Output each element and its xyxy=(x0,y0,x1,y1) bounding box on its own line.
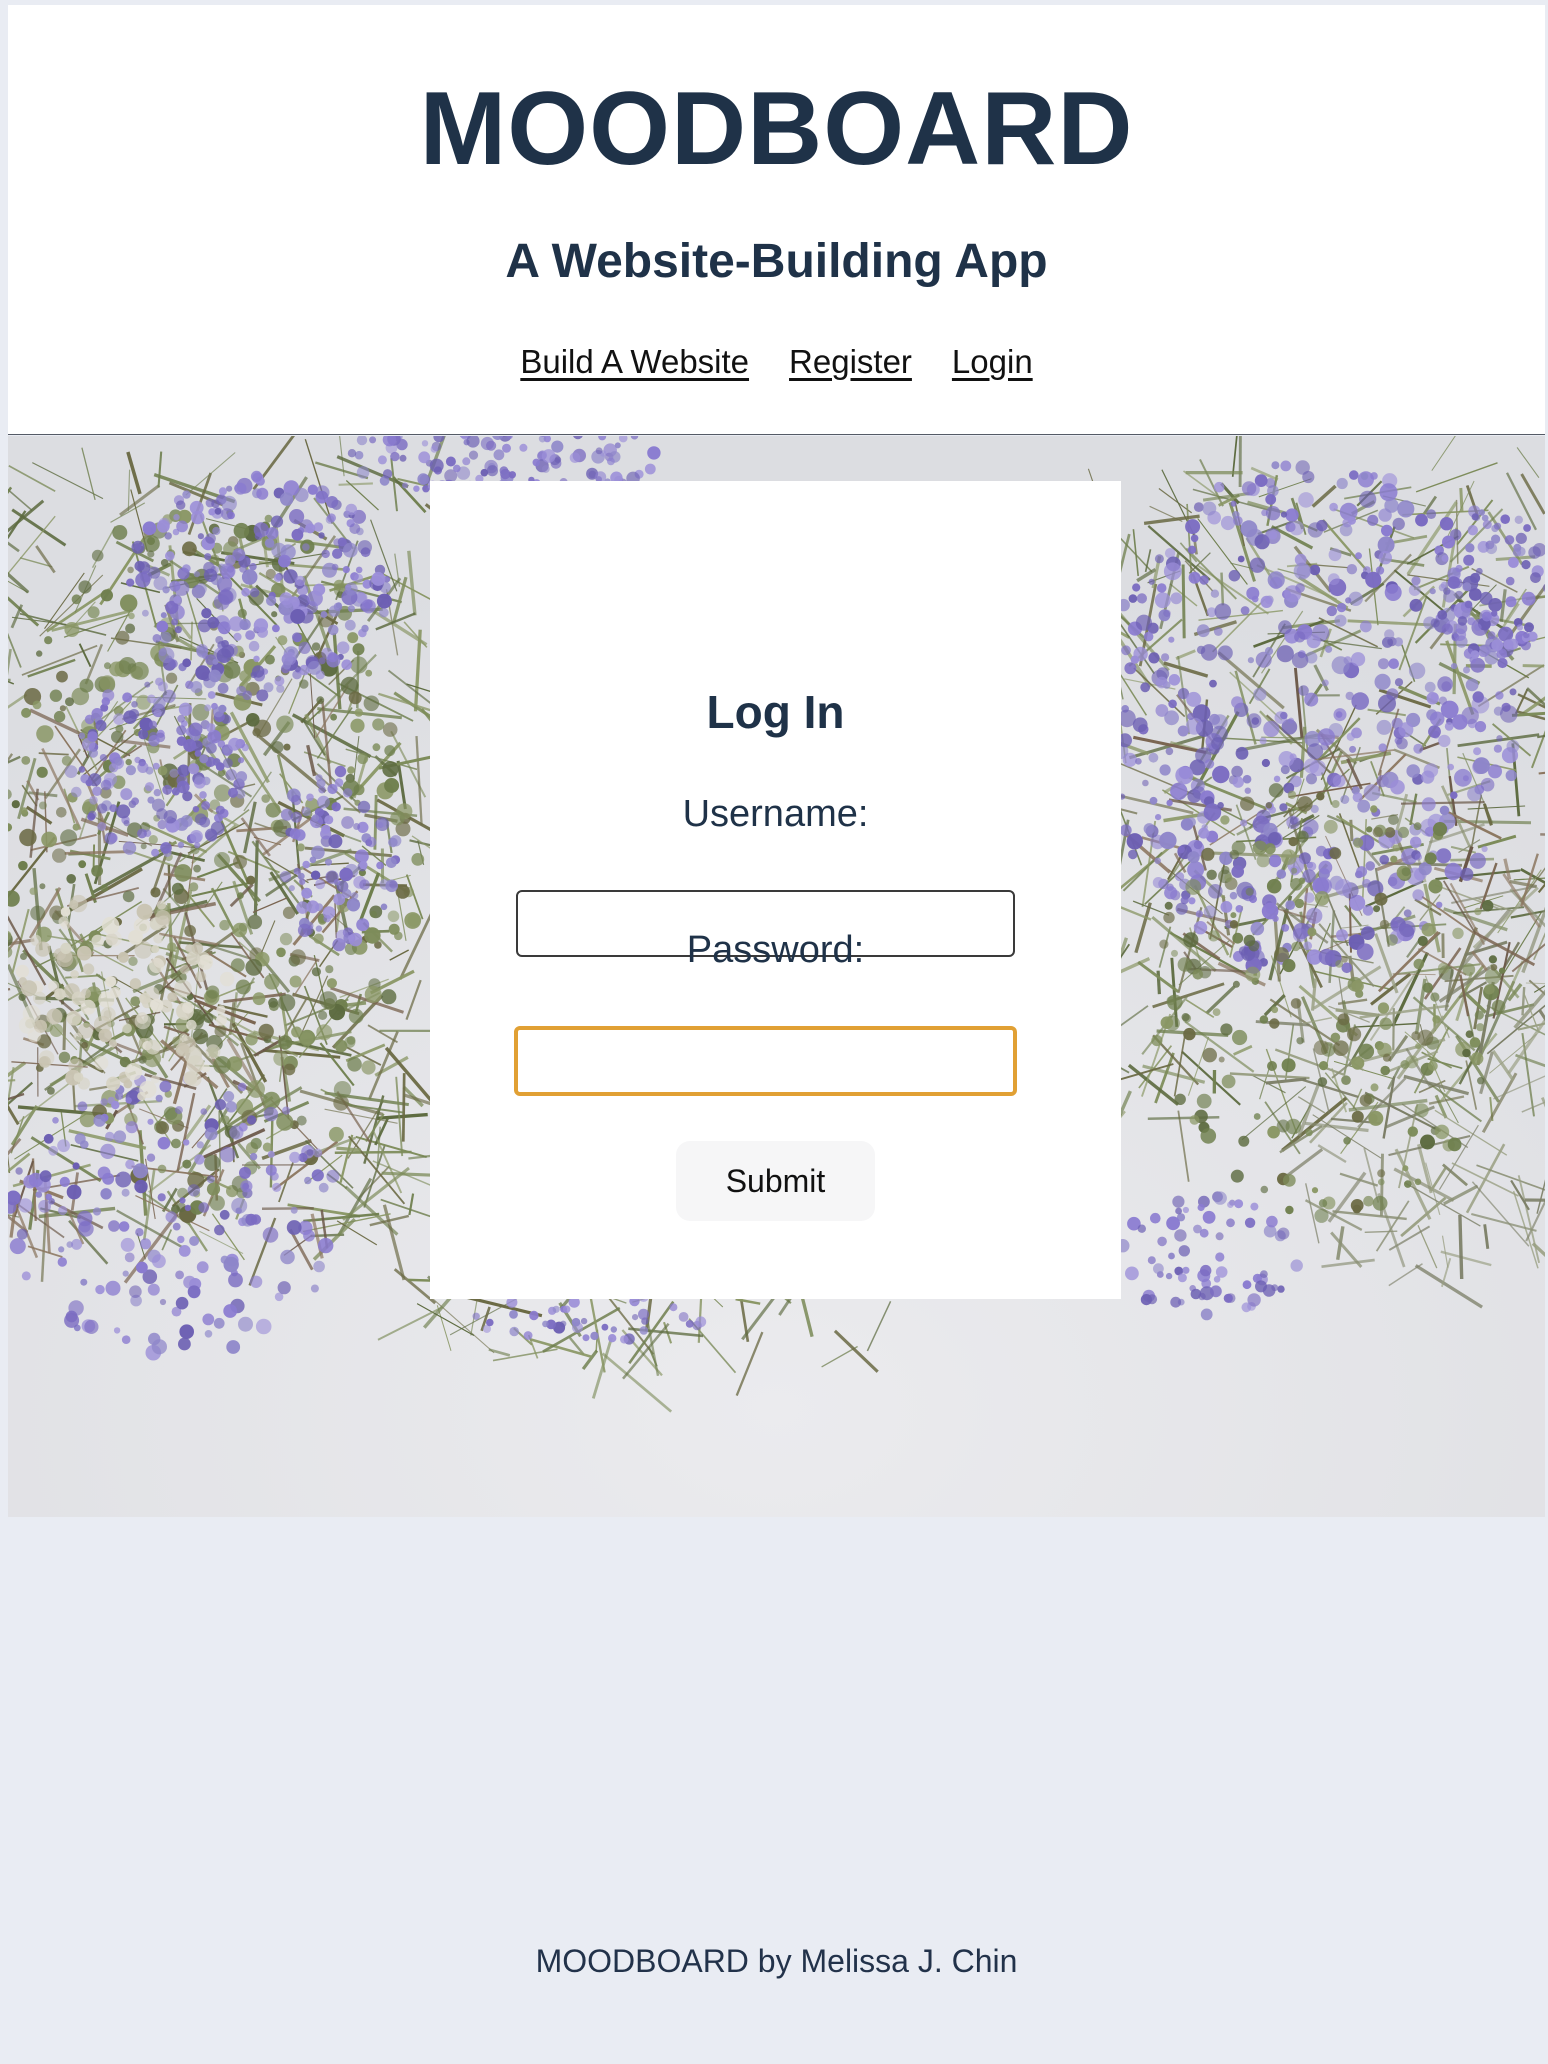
nav-link-build-a-website[interactable]: Build A Website xyxy=(520,345,749,378)
main-nav: Build A Website Register Login xyxy=(8,345,1545,378)
nav-link-login[interactable]: Login xyxy=(952,345,1033,378)
password-input[interactable] xyxy=(514,1026,1017,1096)
login-card: Log In Username: Password: Submit xyxy=(430,481,1121,1299)
site-header: MOODBOARD A Website-Building App Build A… xyxy=(8,5,1545,435)
nav-link-register[interactable]: Register xyxy=(789,345,912,378)
hero-section: Log In Username: Password: Submit xyxy=(8,436,1545,1517)
footer-credit: MOODBOARD by Melissa J. Chin xyxy=(535,1943,1018,1979)
site-subtitle: A Website-Building App xyxy=(505,235,1048,288)
app-frame: MOODBOARD A Website-Building App Build A… xyxy=(8,5,1545,2060)
password-label: Password: xyxy=(686,929,865,971)
submit-button[interactable]: Submit xyxy=(676,1141,875,1221)
username-label: Username: xyxy=(682,793,869,835)
site-title: MOODBOARD xyxy=(419,71,1134,187)
page: MOODBOARD A Website-Building App Build A… xyxy=(0,0,1548,2064)
login-title: Log In xyxy=(706,686,845,738)
